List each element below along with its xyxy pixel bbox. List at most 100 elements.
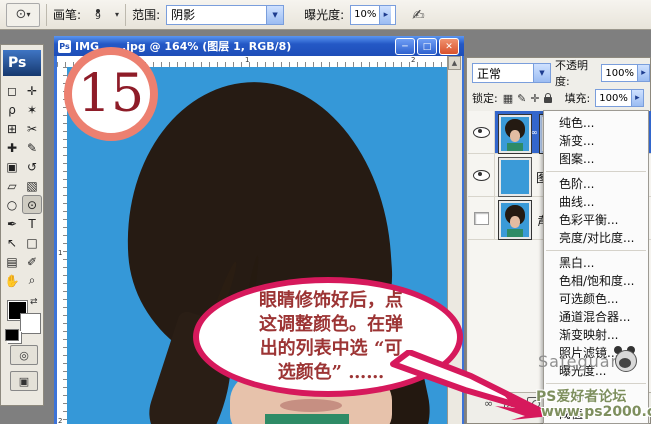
- combo-arrow-icon[interactable]: [533, 64, 550, 82]
- menu-item-gradient[interactable]: 渐变...: [544, 132, 648, 150]
- layer1-thumbnail[interactable]: [499, 115, 531, 153]
- menu-item-selective-color[interactable]: 可选颜色...: [544, 290, 648, 308]
- quick-mask-button[interactable]: ◎: [10, 345, 38, 365]
- background-thumbnail[interactable]: [499, 201, 531, 239]
- lasso-tool[interactable]: ρ: [2, 100, 22, 119]
- notes-tool[interactable]: ▤: [2, 252, 22, 271]
- lock-position-icon[interactable]: ✛: [530, 92, 539, 105]
- history-brush-icon: ↺: [27, 160, 37, 174]
- airbrush-toggle-icon[interactable]: ✍: [412, 6, 425, 24]
- menu-item-pattern[interactable]: 图案...: [544, 150, 648, 168]
- exposure-input[interactable]: 10%: [350, 5, 396, 25]
- lock-row: 锁定: ▦ ✎ ✛ 填充: 100%: [467, 88, 650, 108]
- bubble-line: 出的列表中选 “可: [208, 337, 454, 361]
- gradient-tool[interactable]: ▧: [22, 176, 42, 195]
- eraser-icon: ▱: [7, 179, 16, 193]
- type-icon: T: [28, 217, 35, 231]
- shape-icon: □: [26, 236, 37, 250]
- photoshop-window: ⊙▾ 画笔: 9 ▾ 范围: 阴影 曝光度: 10% ✍ Ps ◻ ✛ ρ ✶ …: [0, 0, 651, 424]
- clone-stamp-icon: ▣: [6, 160, 17, 174]
- eye-icon: [473, 170, 490, 181]
- minimize-button[interactable]: ─: [395, 38, 415, 55]
- menu-item-color-balance[interactable]: 色彩平衡...: [544, 211, 648, 229]
- bubble-line: 这调整颜色。在弹: [208, 313, 454, 337]
- shape-tool[interactable]: □: [22, 233, 42, 252]
- eyedropper-tool[interactable]: ✐: [22, 252, 42, 271]
- lock-transparency-icon[interactable]: ▦: [503, 92, 513, 105]
- healing-brush-tool[interactable]: ✚: [2, 138, 22, 157]
- rect-marquee-tool[interactable]: ◻: [2, 81, 22, 100]
- hand-icon: ✋: [5, 274, 20, 288]
- slice-icon: ✂: [27, 122, 37, 136]
- visibility-toggle[interactable]: [468, 154, 495, 196]
- slice-tool[interactable]: ✂: [22, 119, 42, 138]
- close-button[interactable]: ✕: [439, 38, 459, 55]
- dodge-tool-selected[interactable]: ⊙: [22, 195, 42, 214]
- default-colors-icon[interactable]: [5, 329, 19, 341]
- move-tool[interactable]: ✛: [22, 81, 42, 100]
- photo-collar: [265, 414, 349, 424]
- type-tool[interactable]: T: [22, 214, 42, 233]
- crop-icon: ⊞: [7, 122, 17, 136]
- pen-tool[interactable]: ✒: [2, 214, 22, 233]
- combo-arrow-icon[interactable]: [266, 6, 283, 24]
- brush-dropdown-arrow-icon[interactable]: ▾: [115, 10, 119, 19]
- menu-separator: [546, 383, 646, 384]
- layer2-thumbnail[interactable]: [499, 158, 531, 196]
- visibility-toggle[interactable]: [468, 111, 495, 153]
- menu-item-black-white[interactable]: 黑白...: [544, 254, 648, 272]
- hand-tool[interactable]: ✋: [2, 271, 22, 290]
- maximize-button[interactable]: □: [417, 38, 437, 55]
- forum-watermark: PS爱好者论坛: [536, 386, 626, 406]
- visibility-checkbox-empty: [474, 212, 489, 225]
- menu-item-channel-mixer[interactable]: 通道混合器...: [544, 308, 648, 326]
- visibility-toggle[interactable]: [468, 197, 495, 239]
- menu-item-brightness-contrast[interactable]: 亮度/对比度...: [544, 229, 648, 247]
- move-icon: ✛: [27, 84, 37, 98]
- eraser-tool[interactable]: ▱: [2, 176, 22, 195]
- dodge-tool-preset-button[interactable]: ⊙▾: [6, 3, 40, 27]
- swap-colors-icon[interactable]: ⇄: [30, 297, 38, 307]
- magic-wand-tool[interactable]: ✶: [22, 100, 42, 119]
- menu-item-curves[interactable]: 曲线...: [544, 193, 648, 211]
- fill-value: 100%: [599, 93, 628, 104]
- tool-grid: ◻ ✛ ρ ✶ ⊞ ✂ ✚ ✎ ▣ ↺ ▱ ▧ ○ ⊙ ✒ T ↖ □ ▤ ✐ …: [2, 81, 42, 290]
- crop-tool[interactable]: ⊞: [2, 119, 22, 138]
- menu-item-hue-saturation[interactable]: 色相/饱和度...: [544, 272, 648, 290]
- divider: [46, 4, 47, 26]
- zoom-tool[interactable]: ⌕: [22, 271, 42, 290]
- url-watermark: www.ps2000.cn: [541, 404, 651, 420]
- range-value: 阴影: [171, 6, 195, 23]
- menu-item-levels[interactable]: 色阶...: [544, 175, 648, 193]
- exposure-spinner-icon[interactable]: [379, 6, 391, 24]
- mask-link-icon[interactable]: ∞: [531, 128, 538, 137]
- lock-all-icon[interactable]: [544, 97, 552, 103]
- toolbox: Ps ◻ ✛ ρ ✶ ⊞ ✂ ✚ ✎ ▣ ↺ ▱ ▧ ○ ⊙ ✒ T ↖ □ ▤…: [0, 44, 44, 406]
- menu-separator: [546, 250, 646, 251]
- scroll-up-icon[interactable]: ▲: [448, 56, 461, 70]
- dodge-icon: ⊙: [27, 198, 37, 212]
- lock-paint-icon[interactable]: ✎: [517, 92, 526, 105]
- brush-preview[interactable]: 9: [87, 4, 109, 26]
- background-color-swatch[interactable]: [20, 313, 41, 334]
- clone-stamp-tool[interactable]: ▣: [2, 157, 22, 176]
- screen-mode-button[interactable]: ▣: [10, 371, 38, 391]
- bubble-line: 选颜色” ……: [208, 361, 454, 385]
- path-selection-tool[interactable]: ↖: [2, 233, 22, 252]
- blend-mode-select[interactable]: 正常: [472, 63, 551, 83]
- ruler-mark: 2: [411, 56, 415, 64]
- opacity-spinner-icon[interactable]: [637, 65, 649, 81]
- history-brush-tool[interactable]: ↺: [22, 157, 42, 176]
- fill-input[interactable]: 100%: [595, 89, 644, 107]
- opacity-label: 不透明度:: [555, 57, 597, 89]
- range-select[interactable]: 阴影: [166, 5, 284, 25]
- ruler-mark: 1: [245, 56, 249, 64]
- blend-mode-value: 正常: [477, 65, 501, 82]
- pen-icon: ✒: [7, 217, 17, 231]
- opacity-input[interactable]: 100%: [601, 64, 650, 82]
- menu-item-solid-color[interactable]: 纯色...: [544, 114, 648, 132]
- brush-tool[interactable]: ✎: [22, 138, 42, 157]
- fill-spinner-icon[interactable]: [631, 90, 643, 106]
- blur-tool[interactable]: ○: [2, 195, 22, 214]
- zoom-icon: ⌕: [29, 273, 36, 288]
